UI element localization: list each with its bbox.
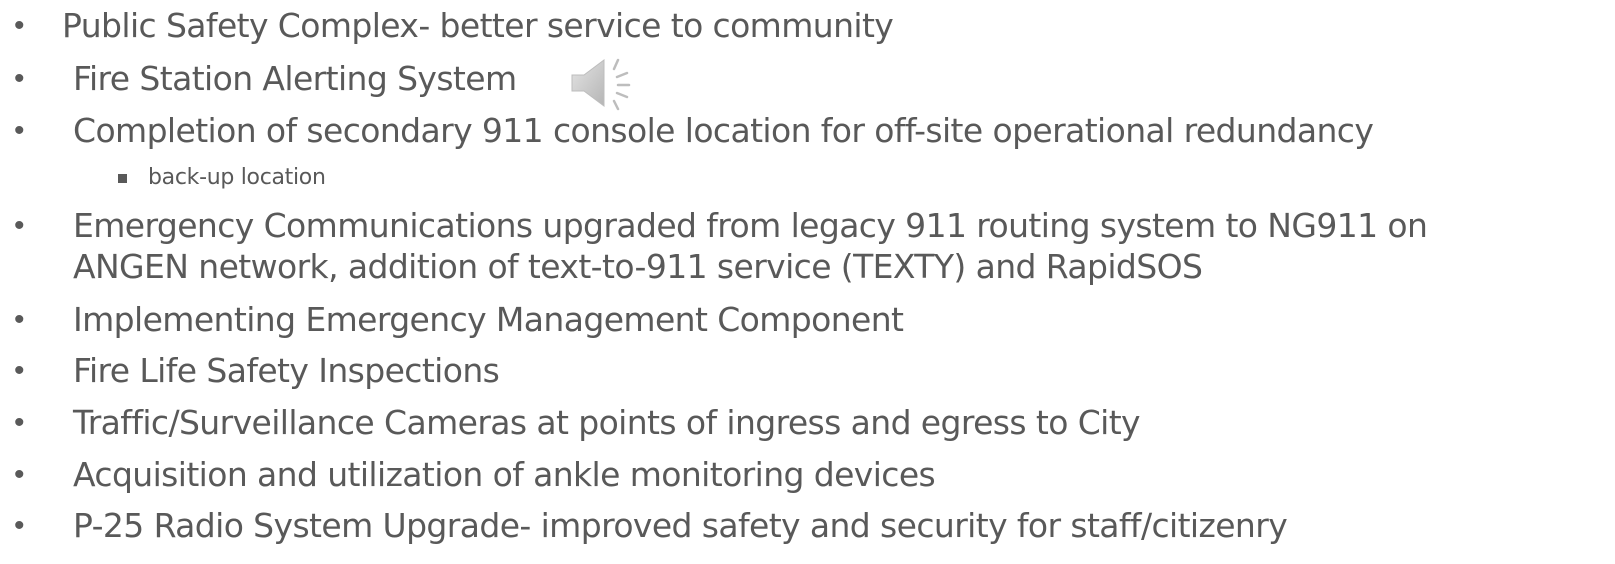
bullet-text: P-25 Radio System Upgrade- improved safe… (73, 506, 1288, 545)
bullet-text-line: Emergency Communications upgraded from l… (73, 206, 1428, 245)
bullet-text-line: ANGEN network, addition of text-to-911 s… (73, 247, 1203, 286)
bullet-text: Implementing Emergency Management Compon… (73, 300, 904, 339)
bullet-text: Fire Station Alerting System (73, 59, 517, 98)
bullet-marker: • (14, 509, 25, 542)
bullet-text: Fire Life Safety Inspections (73, 351, 500, 390)
bullet-text: Traffic/Surveillance Cameras at points o… (73, 403, 1141, 442)
bullet-marker: • (14, 458, 25, 491)
speaker-icon[interactable] (570, 55, 640, 111)
sub-bullet-text: back-up location (148, 165, 326, 190)
bullet-marker: • (14, 209, 25, 242)
bullet-marker: • (14, 9, 25, 42)
sub-bullet-marker (118, 174, 127, 183)
bullet-text: Public Safety Complex- better service to… (62, 6, 894, 45)
bullet-marker: • (14, 354, 25, 387)
bullet-marker: • (14, 114, 25, 147)
bullet-marker: • (14, 303, 25, 336)
slide-content: • Public Safety Complex- better service … (0, 0, 1615, 564)
bullet-text: Acquisition and utilization of ankle mon… (73, 455, 936, 494)
bullet-marker: • (14, 406, 25, 439)
bullet-text: Completion of secondary 911 console loca… (73, 111, 1374, 150)
bullet-marker: • (14, 62, 25, 95)
